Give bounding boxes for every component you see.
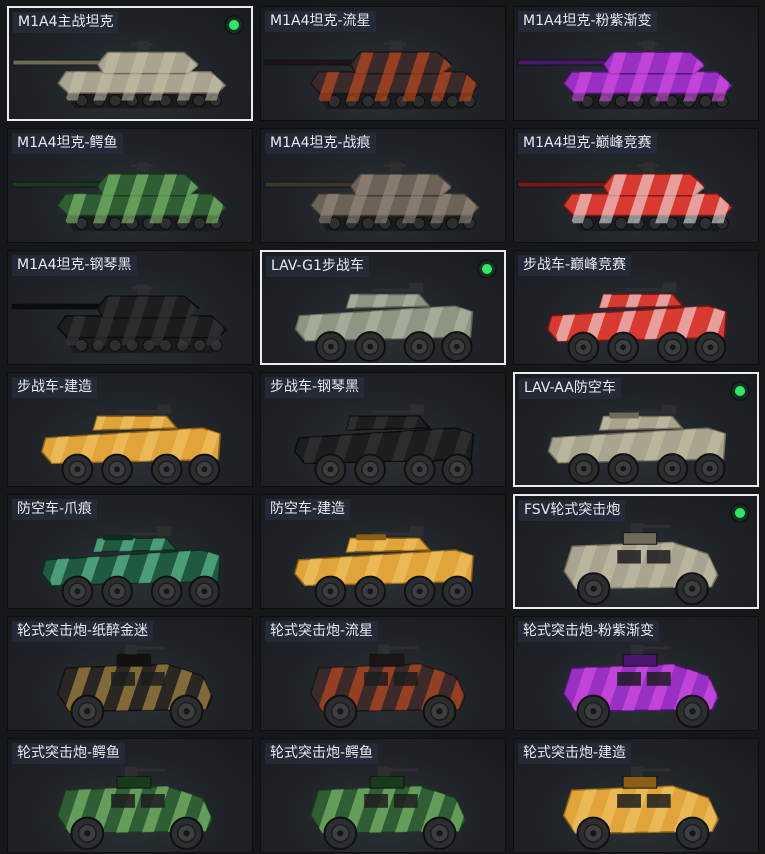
skin-card[interactable]: 轮式突击炮-建造 [513, 738, 759, 853]
skin-name-label: 轮式突击炮-建造 [518, 743, 632, 764]
skin-card[interactable]: 轮式突击炮-纸醉金迷 [7, 616, 253, 731]
skin-card[interactable]: 防空车-建造 [260, 494, 506, 609]
skin-name-label: M1A4坦克-鳄鱼 [12, 133, 123, 154]
skin-name-label: M1A4坦克-战痕 [265, 133, 376, 154]
skin-name-label: 轮式突击炮-鳄鱼 [12, 743, 126, 764]
skin-name-label: LAV-AA防空车 [519, 378, 621, 399]
skin-card[interactable]: 轮式突击炮-流星 [260, 616, 506, 731]
skin-name-label: M1A4坦克-巅峰竞赛 [518, 133, 657, 154]
skin-name-label: 轮式突击炮-流星 [265, 621, 379, 642]
skin-card[interactable]: M1A4坦克-战痕 [260, 128, 506, 243]
skin-card[interactable]: LAV-G1步战车 [260, 250, 506, 365]
skin-card[interactable]: 步战车-巅峰竞赛 [513, 250, 759, 365]
skin-card[interactable]: M1A4坦克-鳄鱼 [7, 128, 253, 243]
skin-card[interactable]: M1A4主战坦克 [7, 6, 253, 121]
equipped-indicator-icon [226, 17, 242, 33]
skin-name-label: M1A4坦克-流星 [265, 11, 376, 32]
skin-card[interactable]: 轮式突击炮-粉紫渐变 [513, 616, 759, 731]
skin-card[interactable]: 轮式突击炮-鳄鱼 [260, 738, 506, 853]
equipped-indicator-icon [732, 383, 748, 399]
skin-card[interactable]: 轮式突击炮-鳄鱼 [7, 738, 253, 853]
equipped-indicator-icon [732, 505, 748, 521]
skin-name-label: 防空车-建造 [265, 499, 351, 520]
skin-name-label: M1A4主战坦克 [13, 12, 119, 33]
skin-name-label: 轮式突击炮-鳄鱼 [265, 743, 379, 764]
skin-name-label: FSV轮式突击炮 [519, 500, 626, 521]
equipped-indicator-icon [479, 261, 495, 277]
skin-name-label: 步战车-钢琴黑 [265, 377, 365, 398]
skin-name-label: LAV-G1步战车 [266, 256, 369, 277]
skin-name-label: 轮式突击炮-粉紫渐变 [518, 621, 660, 642]
skin-name-label: 步战车-巅峰竞赛 [518, 255, 632, 276]
skin-name-label: M1A4坦克-粉紫渐变 [518, 11, 657, 32]
skin-name-label: 防空车-爪痕 [12, 499, 98, 520]
skin-grid: M1A4主战坦克 M1A4坦克-流星 M1A4坦克-粉紫渐变 M1A4坦克-鳄鱼 M1A… [7, 6, 759, 853]
skin-card[interactable]: FSV轮式突击炮 [513, 494, 759, 609]
skin-card[interactable]: M1A4坦克-钢琴黑 [7, 250, 253, 365]
skin-card[interactable]: 步战车-钢琴黑 [260, 372, 506, 487]
skin-card[interactable]: 防空车-爪痕 [7, 494, 253, 609]
skin-card[interactable]: LAV-AA防空车 [513, 372, 759, 487]
skin-card[interactable]: M1A4坦克-粉紫渐变 [513, 6, 759, 121]
skin-name-label: M1A4坦克-钢琴黑 [12, 255, 137, 276]
skin-name-label: 步战车-建造 [12, 377, 98, 398]
skin-card[interactable]: 步战车-建造 [7, 372, 253, 487]
skin-card[interactable]: M1A4坦克-流星 [260, 6, 506, 121]
skin-card[interactable]: M1A4坦克-巅峰竞赛 [513, 128, 759, 243]
skin-name-label: 轮式突击炮-纸醉金迷 [12, 621, 154, 642]
